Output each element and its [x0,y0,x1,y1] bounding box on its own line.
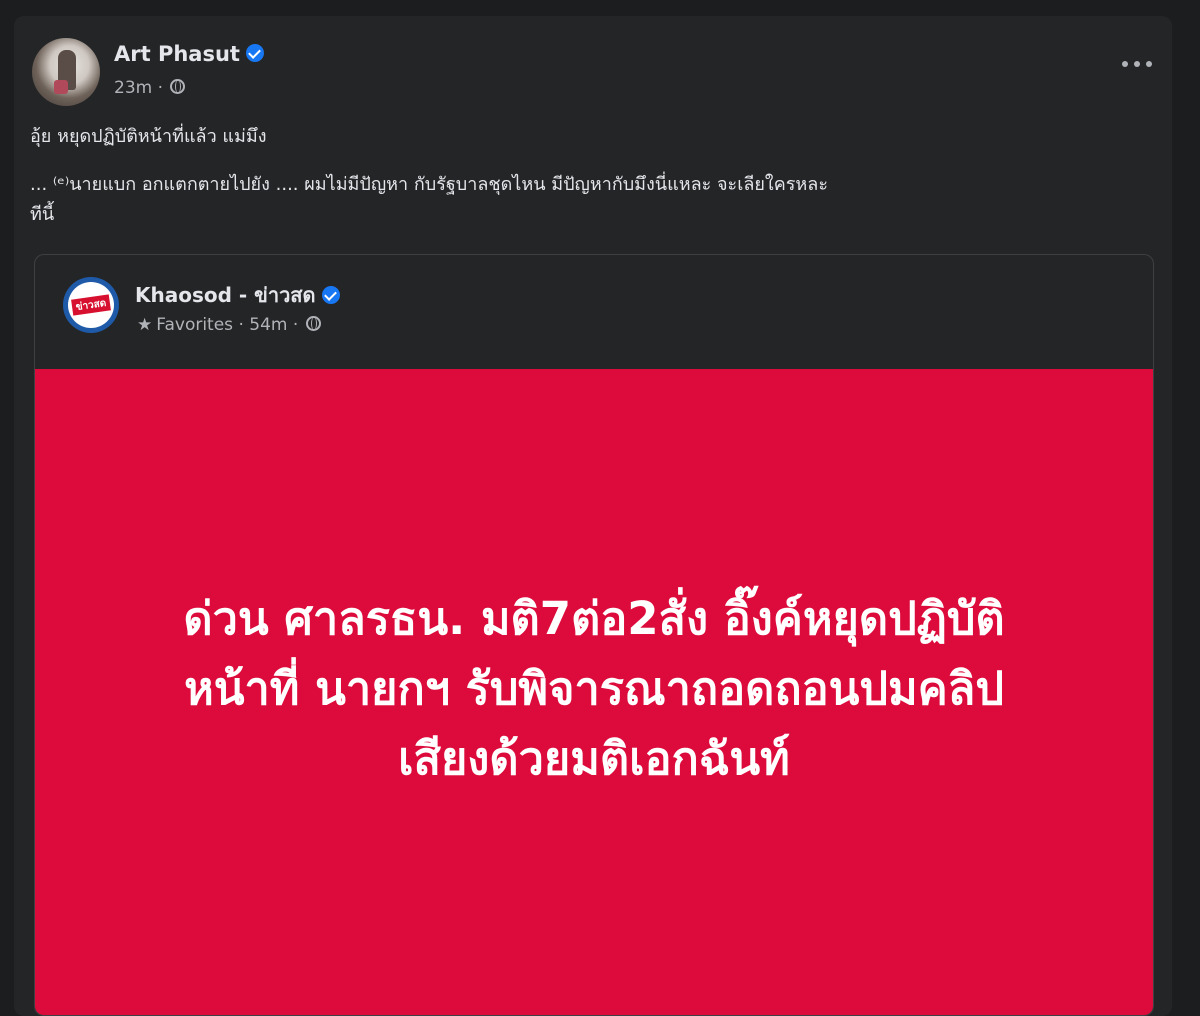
headline-line-2: หน้าที่ นายกฯ รับพิจารณาถอดถอนปมคลิป [184,662,1004,715]
post-card: Art Phasut 23m · อุ้ย หยุดปฏิบัติหน้าที่… [14,16,1172,1016]
shared-page-name-row: Khaosod - ข่าวสด [135,279,340,311]
headline-line-3: เสียงด้วยมติเอกฉันท์ [398,732,790,785]
shared-page-avatar[interactable]: ข่าวสด [63,277,119,333]
more-dot [1146,61,1152,67]
star-icon: ★ [137,315,153,335]
post-text-line-3: ทีนี้ [30,204,55,225]
shared-post-meta-text[interactable]: Favorites · 54m · [156,315,298,335]
headline-line-1: ด่วน ศาลรธน. มติ7ต่อ2สั่ง อิ๊งค์หยุดปฏิบ… [183,592,1005,645]
post-text-line-1: อุ้ย หยุดปฏิบัติหน้าที่แล้ว แม่มึง [30,126,267,147]
shared-post-meta: ★ Favorites · 54m · [137,315,321,335]
shared-page-avatar-inner: ข่าวสด [68,282,114,328]
author-avatar[interactable] [32,38,100,106]
shared-post[interactable]: ข่าวสด Khaosod - ข่าวสด ★ Favorites · 54m… [34,254,1154,1016]
avatar-detail [54,80,68,94]
globe-icon [170,78,186,94]
verified-badge-icon [321,285,340,304]
author-name[interactable]: Art Phasut [114,42,240,66]
post-time[interactable]: 23m · [114,78,163,98]
post-text-line-2: ... ⁽ᵉ⁾นายแบก อกแตกตายไปยัง .... ผมไม่มี… [30,174,828,195]
headline-image[interactable]: ด่วน ศาลรธน. มติ7ต่อ2สั่ง อิ๊งค์หยุดปฏิบ… [35,369,1153,1015]
more-dot [1122,61,1128,67]
author-name-row: Art Phasut [114,42,264,66]
more-options-icon[interactable] [1122,54,1152,74]
shared-page-name[interactable]: Khaosod - ข่าวสด [135,283,316,307]
khaosod-logo: ข่าวสด [71,294,111,316]
globe-icon [305,315,321,331]
more-dot [1134,61,1140,67]
post-meta: 23m · [114,78,186,98]
verified-badge-icon [245,44,264,62]
